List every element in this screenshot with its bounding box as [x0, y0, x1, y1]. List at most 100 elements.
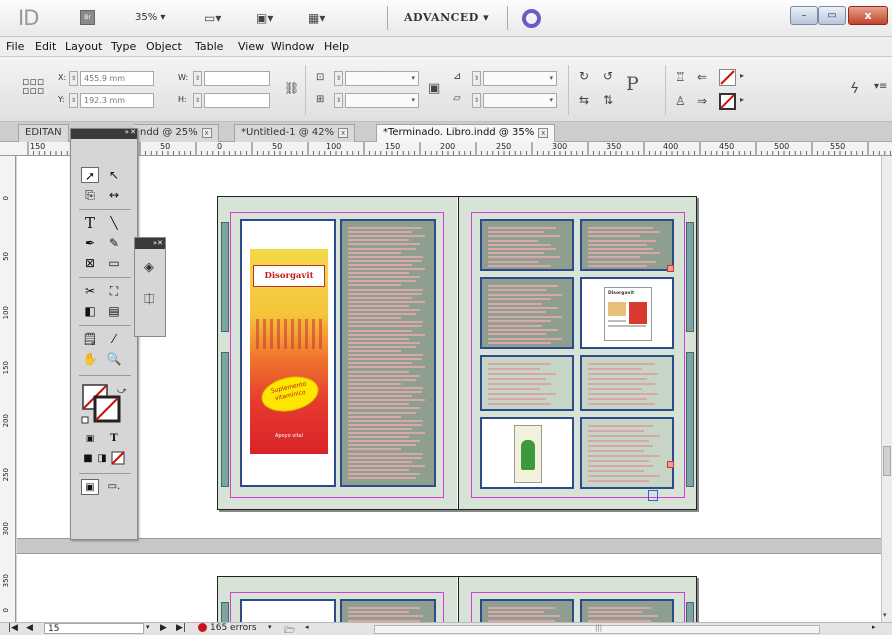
- spread[interactable]: [217, 576, 697, 622]
- pages-icon[interactable]: ⎅: [144, 292, 154, 307]
- scroll-right-icon[interactable]: ▸: [872, 623, 876, 631]
- menu-help[interactable]: Help: [324, 40, 349, 53]
- y-position-field[interactable]: 192.3 mm: [80, 93, 154, 108]
- flip-vertical-icon[interactable]: ⇅: [603, 93, 613, 107]
- tab-editan-rest[interactable]: ndd @ 25% x: [134, 124, 219, 142]
- rotate-ccw-icon[interactable]: ↺: [603, 69, 613, 83]
- direct-selection-tool-icon[interactable]: ↖: [105, 167, 123, 183]
- menu-layout[interactable]: Layout: [65, 40, 102, 53]
- view-options-button[interactable]: ▭▾: [204, 10, 228, 26]
- screen-mode-button[interactable]: ▣▾: [256, 10, 280, 26]
- x-stepper[interactable]: ⇕: [69, 71, 78, 86]
- scale-y-dropdown[interactable]: ▾: [345, 93, 419, 108]
- select-next-icon[interactable]: ⇒: [697, 94, 707, 108]
- panel-header[interactable]: »✕: [135, 238, 165, 249]
- tools-panel-header[interactable]: » ✕: [71, 128, 137, 139]
- text-frame[interactable]: [480, 219, 574, 271]
- close-button[interactable]: x: [848, 6, 888, 25]
- image-frame[interactable]: Disorgavit Suplemento vitamínico Apoyo v…: [240, 219, 336, 487]
- bridge-button[interactable]: Br: [80, 10, 95, 25]
- tab-editan[interactable]: EDITAN: [18, 124, 69, 142]
- scale-lock-icon[interactable]: ▣: [428, 81, 440, 96]
- eyedropper-tool-icon[interactable]: ⁄: [105, 331, 123, 347]
- workspace-switcher[interactable]: ADVANCED ▾: [404, 11, 489, 24]
- frame-handle[interactable]: [648, 490, 658, 501]
- text-frame[interactable]: [580, 417, 674, 489]
- stroke-swatch[interactable]: [719, 93, 736, 110]
- scale-x-stepper[interactable]: ⇕: [334, 71, 343, 86]
- tab-terminado-libro[interactable]: *Terminado. Libro.indd @ 35% x: [376, 124, 556, 142]
- scissors-tool-icon[interactable]: ✂: [81, 283, 99, 299]
- width-field[interactable]: [204, 71, 270, 86]
- first-page-button[interactable]: |◀: [8, 623, 18, 633]
- scroll-left-icon[interactable]: ◂: [305, 623, 309, 631]
- flip-horizontal-icon[interactable]: ⇆: [579, 93, 589, 107]
- fill-stroke-control[interactable]: ⤻: [81, 383, 127, 427]
- select-content-icon[interactable]: ♙: [675, 94, 686, 108]
- rectangle-tool-icon[interactable]: ▭: [105, 255, 123, 271]
- side-label-strip[interactable]: [686, 352, 694, 487]
- overset-text-marker[interactable]: [667, 461, 674, 468]
- gradient-feather-tool-icon[interactable]: ▤: [105, 303, 123, 319]
- text-frame[interactable]: [580, 599, 674, 622]
- text-frame[interactable]: [480, 599, 574, 622]
- rectangle-frame-tool-icon[interactable]: ⊠: [81, 255, 99, 271]
- text-frame[interactable]: [340, 599, 436, 622]
- document-canvas[interactable]: Disorgavit Suplemento vitamínico Apoyo v…: [17, 156, 881, 622]
- side-label-strip[interactable]: [221, 222, 229, 332]
- tab-untitled-1[interactable]: *Untitled-1 @ 42% x: [234, 124, 356, 142]
- scrollbar-thumb[interactable]: [883, 446, 891, 476]
- image-frame[interactable]: Disorgavit: [580, 277, 674, 349]
- next-page-button[interactable]: ▶: [160, 623, 167, 633]
- rotate-cw-icon[interactable]: ↻: [579, 69, 589, 83]
- rotation-stepper[interactable]: ⇕: [472, 71, 481, 86]
- minimize-button[interactable]: –: [790, 6, 818, 25]
- open-preflight-icon[interactable]: 🗁: [284, 623, 295, 635]
- preview-mode-icon[interactable]: ▭.: [105, 479, 123, 495]
- fill-swatch[interactable]: [719, 69, 736, 86]
- preflight-errors-label[interactable]: 165 errors: [210, 623, 257, 633]
- horizontal-scrollbar[interactable]: |||: [374, 624, 820, 634]
- collapse-icon[interactable]: »: [125, 128, 129, 136]
- last-page-button[interactable]: ▶|: [176, 623, 186, 633]
- hand-tool-icon[interactable]: ✋: [81, 351, 99, 367]
- zoom-level-dropdown[interactable]: 35% ▾: [135, 12, 165, 23]
- h-stepper[interactable]: ⇕: [193, 93, 202, 108]
- menu-object[interactable]: Object: [146, 40, 182, 53]
- tab-close-icon[interactable]: x: [538, 128, 549, 138]
- side-label-strip[interactable]: [221, 352, 229, 487]
- formatting-text-icon[interactable]: T: [105, 431, 123, 447]
- preflight-dropdown-icon[interactable]: ▾: [268, 623, 272, 631]
- text-frame[interactable]: [580, 355, 674, 411]
- note-tool-icon[interactable]: 🗒: [81, 331, 99, 347]
- shear-stepper[interactable]: ⇕: [472, 93, 481, 108]
- tab-close-icon[interactable]: x: [338, 128, 349, 138]
- page-dropdown-icon[interactable]: ▾: [146, 623, 150, 631]
- gradient-swatch-tool-icon[interactable]: ◧: [81, 303, 99, 319]
- spread[interactable]: Disorgavit Suplemento vitamínico Apoyo v…: [217, 196, 697, 510]
- vertical-scrollbar[interactable]: ▾: [881, 156, 892, 622]
- type-tool-icon[interactable]: T: [81, 215, 99, 231]
- pen-tool-icon[interactable]: ✒: [81, 235, 99, 251]
- text-frame[interactable]: [480, 355, 574, 411]
- menu-table[interactable]: Table: [195, 40, 223, 53]
- select-previous-icon[interactable]: ⇐: [697, 70, 707, 84]
- fill-dropdown-arrow[interactable]: ▸: [740, 71, 744, 80]
- menu-window[interactable]: Window: [271, 40, 314, 53]
- overset-text-marker[interactable]: [667, 265, 674, 272]
- rotation-dropdown[interactable]: ▾: [483, 71, 557, 86]
- constrain-proportions-icon[interactable]: ⛓: [284, 81, 299, 95]
- menu-edit[interactable]: Edit: [35, 40, 56, 53]
- menu-view[interactable]: View: [238, 40, 264, 53]
- formatting-container-icon[interactable]: ▣: [81, 431, 99, 447]
- restore-button[interactable]: ▭: [818, 6, 846, 25]
- selection-tool-icon[interactable]: ➚: [81, 167, 99, 183]
- side-label-strip[interactable]: [686, 602, 694, 622]
- menu-type[interactable]: Type: [111, 40, 136, 53]
- page-tool-icon[interactable]: ⎘: [81, 187, 99, 203]
- text-frame[interactable]: [340, 219, 436, 487]
- pages-layers-panel[interactable]: »✕ ◈ ⎅: [134, 237, 166, 337]
- text-frame[interactable]: [580, 219, 674, 271]
- panel-menu-icon[interactable]: ▾≡: [874, 81, 887, 92]
- tools-panel[interactable]: » ✕ ➚ ↖ ⎘ ↔ T ╲ ✒ ✎ ⊠ ▭ ✂ ⛶ ◧ ▤ 🗒 ⁄ ✋ 🔍 …: [70, 128, 138, 540]
